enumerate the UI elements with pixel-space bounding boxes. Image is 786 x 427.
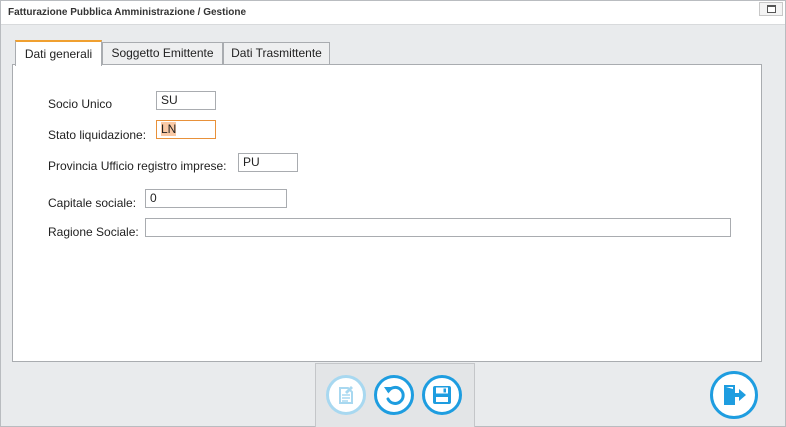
stato-liquidazione-value: LN xyxy=(161,122,177,136)
capitale-sociale-label: Capitale sociale: xyxy=(48,196,137,210)
socio-unico-label: Socio Unico xyxy=(48,97,113,111)
tab-label: Dati Trasmittente xyxy=(231,46,322,60)
socio-unico-value: SU xyxy=(161,93,178,107)
stato-liquidazione-label: Stato liquidazione: xyxy=(48,128,147,142)
tab-label: Soggetto Emittente xyxy=(111,46,214,60)
maximize-button[interactable] xyxy=(759,2,783,16)
tab-soggetto-emittente[interactable]: Soggetto Emittente xyxy=(102,42,223,65)
tab-label: Dati generali xyxy=(24,47,93,61)
socio-unico-field[interactable]: SU xyxy=(156,91,216,110)
undo-icon xyxy=(384,385,405,405)
edit-document-icon xyxy=(339,386,353,404)
save-icon xyxy=(433,386,451,404)
provincia-ufficio-value: PU xyxy=(243,155,260,169)
tab-dati-trasmittente[interactable]: Dati Trasmittente xyxy=(223,42,330,65)
action-toolbar xyxy=(315,363,475,427)
capitale-sociale-value: 0 xyxy=(150,191,157,205)
provincia-ufficio-label: Provincia Ufficio registro imprese: xyxy=(48,159,227,173)
save-button[interactable] xyxy=(422,375,462,415)
maximize-icon xyxy=(767,5,776,13)
tab-panel-dati-generali xyxy=(12,64,762,362)
exit-icon xyxy=(724,385,746,405)
window-title: Fatturazione Pubblica Amministrazione / … xyxy=(8,7,247,18)
capitale-sociale-field[interactable]: 0 xyxy=(145,189,287,208)
tab-dati-generali[interactable]: Dati generali xyxy=(15,40,102,66)
undo-button[interactable] xyxy=(374,375,414,415)
edit-button[interactable] xyxy=(326,375,366,415)
ragione-sociale-label: Ragione Sociale: xyxy=(48,225,139,239)
main-window: Fatturazione Pubblica Amministrazione / … xyxy=(0,0,786,427)
ragione-sociale-field[interactable] xyxy=(145,218,731,237)
stato-liquidazione-field[interactable]: LN xyxy=(156,120,216,139)
title-bar: Fatturazione Pubblica Amministrazione / … xyxy=(1,1,785,25)
provincia-ufficio-field[interactable]: PU xyxy=(238,153,298,172)
exit-button[interactable] xyxy=(710,371,758,419)
